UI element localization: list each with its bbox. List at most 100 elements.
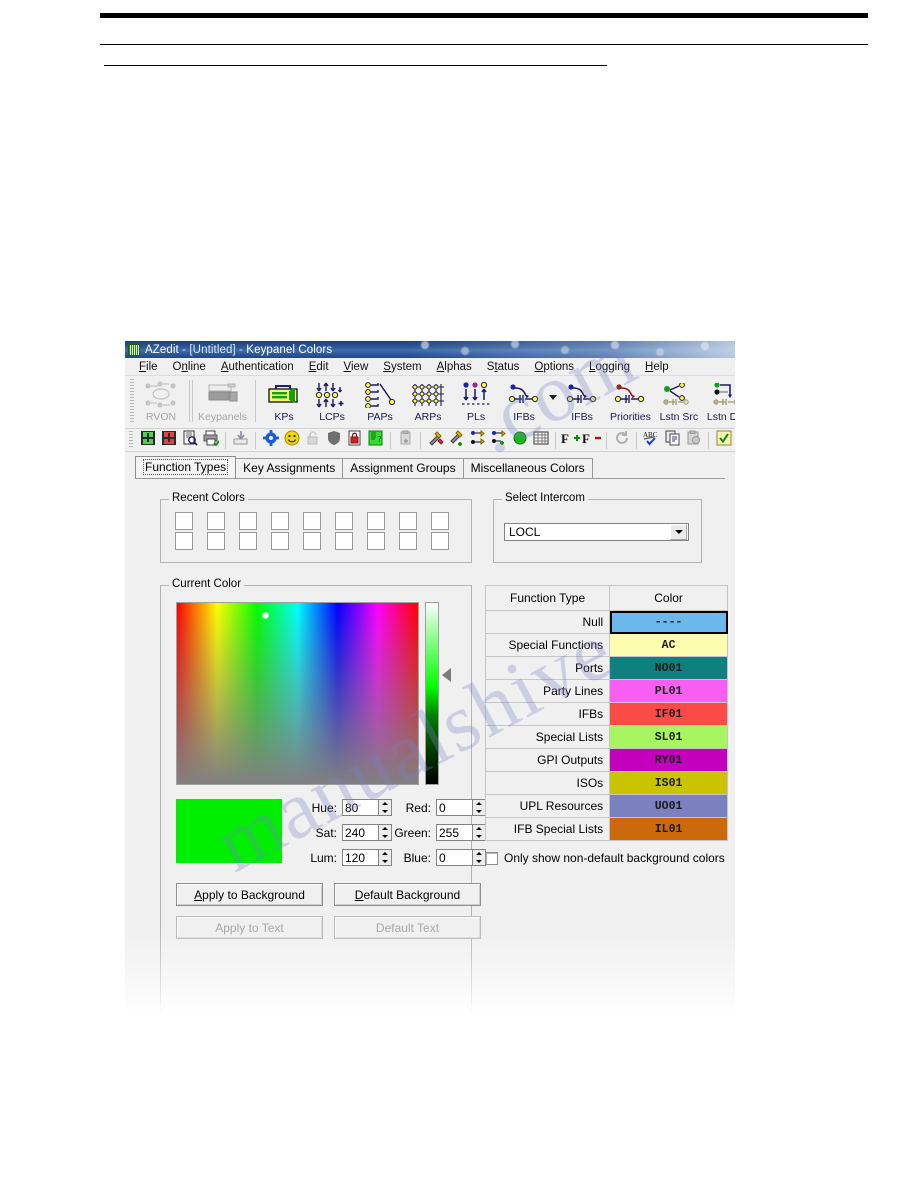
function-type-color-cell[interactable]: AC <box>609 633 728 657</box>
table-row[interactable]: IFB Special Lists IL01 <box>484 817 728 841</box>
red-input[interactable]: 0 <box>436 799 472 816</box>
function-type-color-cell[interactable]: SL01 <box>609 725 728 749</box>
table-row[interactable]: Null ---- <box>484 610 728 634</box>
table-row[interactable]: UPL Resources UO01 <box>484 794 728 818</box>
luminance-slider-bar[interactable] <box>425 602 439 785</box>
recent-color-swatch[interactable] <box>399 532 417 550</box>
toolbar-button-save-red[interactable] <box>159 430 178 450</box>
green-spin-down[interactable] <box>473 833 485 841</box>
function-type-color-cell[interactable]: IS01 <box>609 771 728 795</box>
recent-color-swatch[interactable] <box>207 532 225 550</box>
toolbar-button-party-line[interactable]: PLs <box>452 378 500 423</box>
toolbar-button-print-preview[interactable] <box>180 430 199 450</box>
green-input[interactable]: 255 <box>436 824 472 841</box>
menu-item-authentication[interactable]: Authentication <box>214 360 302 374</box>
toolbar-button-lcp[interactable]: LCPs <box>308 378 356 423</box>
blue-stepper[interactable]: 0 <box>436 849 486 866</box>
menu-item-file[interactable]: File <box>132 360 166 374</box>
toolbar-button-pap[interactable]: PAPs <box>356 378 404 423</box>
function-type-color-cell[interactable]: IL01 <box>609 817 728 841</box>
toolbar-button-save-green[interactable] <box>138 430 157 450</box>
only-non-default-checkbox[interactable] <box>485 851 498 865</box>
table-row[interactable]: ISOs IS01 <box>484 771 728 795</box>
apply-to-text-button[interactable]: Apply to Text <box>176 916 323 939</box>
menu-item-system[interactable]: System <box>376 360 429 374</box>
recent-color-swatch[interactable] <box>303 512 321 530</box>
menu-item-online[interactable]: Online <box>166 360 214 374</box>
function-type-color-cell[interactable]: RY01 <box>609 748 728 772</box>
green-spin-up[interactable] <box>473 825 485 833</box>
recent-color-swatch[interactable] <box>335 532 353 550</box>
toolbar-button-rvon-network[interactable]: RVON <box>137 378 185 423</box>
table-row[interactable]: Special Functions AC <box>484 633 728 657</box>
table-row[interactable]: GPI Outputs RY01 <box>484 748 728 772</box>
blue-spin-buttons[interactable] <box>472 849 486 866</box>
toolbar-button-send-download[interactable] <box>231 430 250 450</box>
toolbar-button-copy[interactable] <box>663 430 682 450</box>
lum-input[interactable]: 120 <box>342 849 378 866</box>
tab-assignment-groups[interactable]: Assignment Groups <box>342 458 464 478</box>
toolbar-button-tools-add[interactable] <box>447 429 466 450</box>
function-type-color-cell[interactable]: UO01 <box>609 794 728 818</box>
toolbar-button-gear-blue[interactable] <box>261 429 280 450</box>
red-spin-down[interactable] <box>473 808 485 816</box>
toolbar-button-print[interactable] <box>201 430 220 450</box>
recent-color-swatch[interactable] <box>239 512 257 530</box>
apply-to-background-button[interactable]: Apply to Background <box>176 883 323 906</box>
table-row[interactable]: IFBs IF01 <box>484 702 728 726</box>
toolbar-button-font-decrease[interactable]: F <box>582 431 601 450</box>
blue-spin-down[interactable] <box>473 858 485 866</box>
recent-color-swatch[interactable] <box>239 532 257 550</box>
menu-item-help[interactable]: Help <box>638 360 677 374</box>
color-gradient-field[interactable] <box>176 602 419 785</box>
menu-item-view[interactable]: View <box>337 360 377 374</box>
blue-input[interactable]: 0 <box>436 849 472 866</box>
toolbar-button-font-increase[interactable]: F <box>561 431 580 450</box>
intercom-dropdown-button[interactable] <box>670 524 687 540</box>
menu-item-logging[interactable]: Logging <box>582 360 638 374</box>
toolbar-button-clipboard-add[interactable] <box>396 430 415 450</box>
green-spin-buttons[interactable] <box>472 824 486 841</box>
toolbar-button-unlock[interactable] <box>303 430 322 450</box>
recent-color-swatch[interactable] <box>431 532 449 550</box>
toolbar-button-green-page[interactable]: ? <box>366 430 385 450</box>
default-background-button[interactable]: Default Background <box>334 883 481 906</box>
only-non-default-checkbox-row[interactable]: Only show non-default background colors <box>485 851 725 865</box>
recent-color-swatch[interactable] <box>175 532 193 550</box>
function-type-color-cell[interactable]: PL01 <box>609 679 728 703</box>
toolbar-button-grid-table[interactable] <box>531 431 550 450</box>
toolbar-button-green-circle[interactable] <box>510 431 529 450</box>
tab-function-types[interactable]: Function Types <box>135 456 237 478</box>
recent-color-swatch[interactable] <box>207 512 225 530</box>
recent-color-swatch[interactable] <box>431 512 449 530</box>
toolbar-grip[interactable] <box>129 431 133 449</box>
tab-miscellaneous-colors[interactable]: Miscellaneous Colors <box>462 458 593 478</box>
recent-color-swatch[interactable] <box>367 532 385 550</box>
toolbar-button-keypanel[interactable]: KPs <box>260 378 308 423</box>
red-spin-up[interactable] <box>473 800 485 808</box>
toolbar-button-tools[interactable] <box>426 430 445 450</box>
function-type-color-cell[interactable]: IF01 <box>609 702 728 726</box>
table-row[interactable]: Special Lists SL01 <box>484 725 728 749</box>
menu-item-status[interactable]: Status <box>480 360 528 374</box>
table-row[interactable]: Ports NO01 <box>484 656 728 680</box>
red-stepper[interactable]: 0 <box>436 799 486 816</box>
recent-color-swatch[interactable] <box>399 512 417 530</box>
recent-color-swatch[interactable] <box>367 512 385 530</box>
menu-item-options[interactable]: Options <box>527 360 582 374</box>
toolbar-overflow-chevron-icon[interactable] <box>548 378 558 408</box>
toolbar-button-ifb-alt[interactable]: IFBs <box>558 378 606 423</box>
tab-key-assignments[interactable]: Key Assignments <box>235 458 344 478</box>
function-type-color-cell[interactable]: NO01 <box>609 656 728 680</box>
recent-color-swatch[interactable] <box>271 532 289 550</box>
toolbar-button-sort-add[interactable] <box>489 429 508 450</box>
toolbar-button-sort[interactable] <box>468 429 487 450</box>
recent-color-swatch[interactable] <box>303 532 321 550</box>
color-field-cursor[interactable] <box>263 613 268 618</box>
toolbar-button-smiley[interactable] <box>282 430 301 450</box>
toolbar-button-ifb[interactable]: IFBs <box>500 378 548 423</box>
red-spin-buttons[interactable] <box>472 799 486 816</box>
toolbar-button-paste[interactable] <box>684 430 703 450</box>
blue-spin-up[interactable] <box>473 850 485 858</box>
toolbar-button-shield[interactable] <box>324 430 343 450</box>
